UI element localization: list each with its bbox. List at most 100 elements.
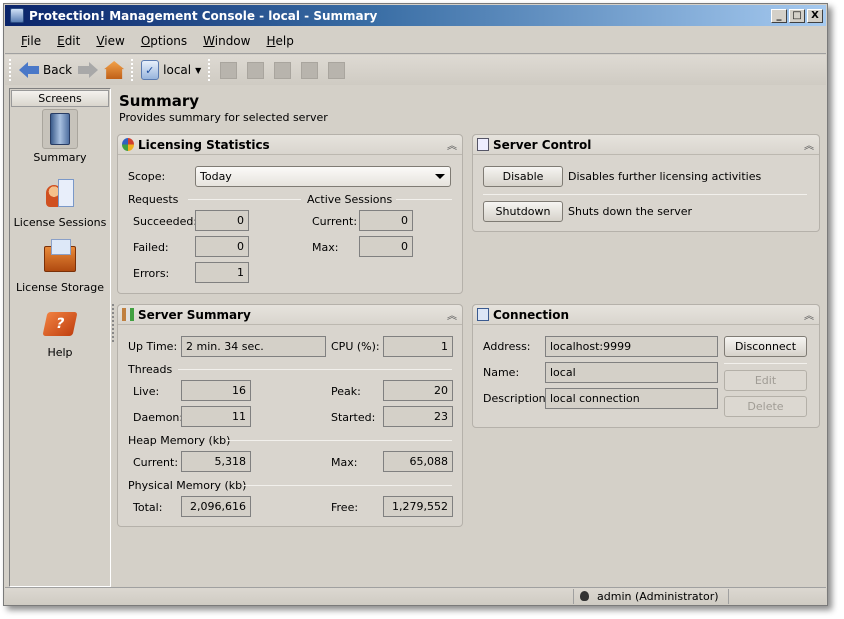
user-icon xyxy=(580,591,589,601)
divider xyxy=(188,199,301,200)
user-status-text: admin (Administrator) xyxy=(597,590,719,603)
page-title: Summary xyxy=(119,92,200,110)
collapse-icon[interactable]: ︽ xyxy=(802,137,816,152)
started-label: Started: xyxy=(331,411,376,424)
live-label: Live: xyxy=(133,385,160,398)
menu-options[interactable]: Options xyxy=(133,34,195,48)
menu-view[interactable]: View xyxy=(88,34,132,48)
description-field[interactable]: local connection xyxy=(545,388,718,409)
sidebar-item-license-sessions[interactable]: License Sessions xyxy=(10,174,110,229)
failed-label: Failed: xyxy=(133,241,169,254)
heap-current-field: 5,318 xyxy=(181,451,251,472)
screens-header: Screens xyxy=(11,90,109,107)
failed-field: 0 xyxy=(195,236,249,257)
max-sessions-field: 0 xyxy=(359,236,413,257)
paste-icon[interactable] xyxy=(274,61,292,79)
succeeded-label: Succeeded: xyxy=(133,215,198,228)
succeeded-field: 0 xyxy=(195,210,249,231)
started-field: 23 xyxy=(383,406,453,427)
server-selector-icon xyxy=(141,60,160,80)
screens-panel: Screens Summary License Sessions License… xyxy=(9,88,111,587)
close-button[interactable]: X xyxy=(807,8,823,23)
status-bar: admin (Administrator) xyxy=(5,587,826,605)
user-status: admin (Administrator) xyxy=(573,589,729,604)
title-bar: Protection! Management Console - local -… xyxy=(5,5,826,26)
collapse-icon[interactable]: ︽ xyxy=(445,307,459,322)
menu-edit[interactable]: Edit xyxy=(49,34,88,48)
divider xyxy=(724,363,807,364)
address-field[interactable]: localhost:9999 xyxy=(545,336,718,357)
delete-icon[interactable] xyxy=(328,61,346,79)
delete-button[interactable]: Delete xyxy=(724,396,807,417)
toolbar-grip[interactable] xyxy=(208,59,211,81)
sidebar-item-summary[interactable]: Summary xyxy=(10,109,110,164)
panel-title: Licensing Statistics xyxy=(138,137,270,152)
errors-label: Errors: xyxy=(133,267,170,280)
toolbar-grip[interactable] xyxy=(9,59,12,81)
home-button[interactable] xyxy=(101,61,127,79)
disconnect-button[interactable]: Disconnect xyxy=(724,336,807,357)
shutdown-button[interactable]: Shutdown xyxy=(483,201,563,222)
collapse-icon[interactable]: ︽ xyxy=(802,307,816,322)
edit-icon[interactable] xyxy=(220,61,238,79)
sidebar-item-label: Help xyxy=(47,346,73,359)
uptime-label: Up Time: xyxy=(128,340,178,353)
sidebar-item-help[interactable]: ? Help xyxy=(10,304,110,359)
threads-header: Threads xyxy=(128,363,173,376)
back-button[interactable]: Back xyxy=(16,62,75,78)
connection-icon xyxy=(477,308,489,321)
statistics-icon xyxy=(122,138,134,151)
disable-description: Disables further licensing activities xyxy=(568,170,762,183)
panel-title: Connection xyxy=(493,307,570,322)
licensing-statistics-panel: Licensing Statistics ︽ Scope: Today Requ… xyxy=(117,134,463,294)
scope-label: Scope: xyxy=(128,170,166,183)
sidebar-item-license-storage[interactable]: License Storage xyxy=(10,239,110,294)
phys-total-field: 2,096,616 xyxy=(181,496,251,517)
name-field[interactable]: local xyxy=(545,362,718,383)
server-selector-label: local xyxy=(163,63,192,77)
phys-total-label: Total: xyxy=(133,501,163,514)
daemon-field: 11 xyxy=(181,406,251,427)
sidebar-item-label: License Storage xyxy=(15,281,104,294)
divider xyxy=(178,369,452,370)
back-label: Back xyxy=(43,63,73,77)
requests-header: Requests xyxy=(128,193,179,206)
edit-button[interactable]: Edit xyxy=(724,370,807,391)
collapse-icon[interactable]: ︽ xyxy=(445,137,459,152)
chevron-down-icon: ▼ xyxy=(195,65,202,75)
toolbar-grip[interactable] xyxy=(131,59,134,81)
forward-arrow-icon xyxy=(78,62,99,78)
minimize-button[interactable]: _ xyxy=(771,8,787,23)
daemon-label: Daemon: xyxy=(133,411,184,424)
menu-window[interactable]: Window xyxy=(195,34,258,48)
cpu-label: CPU (%): xyxy=(331,340,380,353)
phys-free-label: Free: xyxy=(331,501,359,514)
server-summary-icon xyxy=(122,308,134,321)
menu-file[interactable]: File xyxy=(13,34,49,48)
max-sessions-label: Max: xyxy=(312,241,339,254)
home-icon xyxy=(104,61,125,79)
page-subtitle: Provides summary for selected server xyxy=(119,111,328,124)
peak-label: Peak: xyxy=(331,385,361,398)
menu-bar: File Edit View Options Window Help xyxy=(5,28,826,54)
scope-select[interactable]: Today xyxy=(195,166,451,187)
menu-help[interactable]: Help xyxy=(258,34,301,48)
server-selector-button[interactable]: local ▼ xyxy=(138,60,204,80)
maximize-button[interactable]: □ xyxy=(789,8,805,23)
help-book-icon: ? xyxy=(42,312,78,336)
cut-icon[interactable] xyxy=(301,61,319,79)
live-field: 16 xyxy=(181,380,251,401)
forward-button[interactable] xyxy=(75,62,101,78)
sidebar-item-label: License Sessions xyxy=(13,216,107,229)
name-label: Name: xyxy=(483,366,520,379)
heap-max-label: Max: xyxy=(331,456,358,469)
cpu-field: 1 xyxy=(383,336,453,357)
uptime-field: 2 min. 34 sec. xyxy=(181,336,326,357)
divider xyxy=(483,194,807,195)
copy-icon[interactable] xyxy=(247,61,265,79)
license-sessions-icon xyxy=(46,179,74,209)
chevron-down-icon xyxy=(435,174,445,179)
disable-button[interactable]: Disable xyxy=(483,166,563,187)
app-window: Protection! Management Console - local -… xyxy=(3,3,828,606)
server-summary-panel: Server Summary ︽ Up Time: 2 min. 34 sec.… xyxy=(117,304,463,527)
